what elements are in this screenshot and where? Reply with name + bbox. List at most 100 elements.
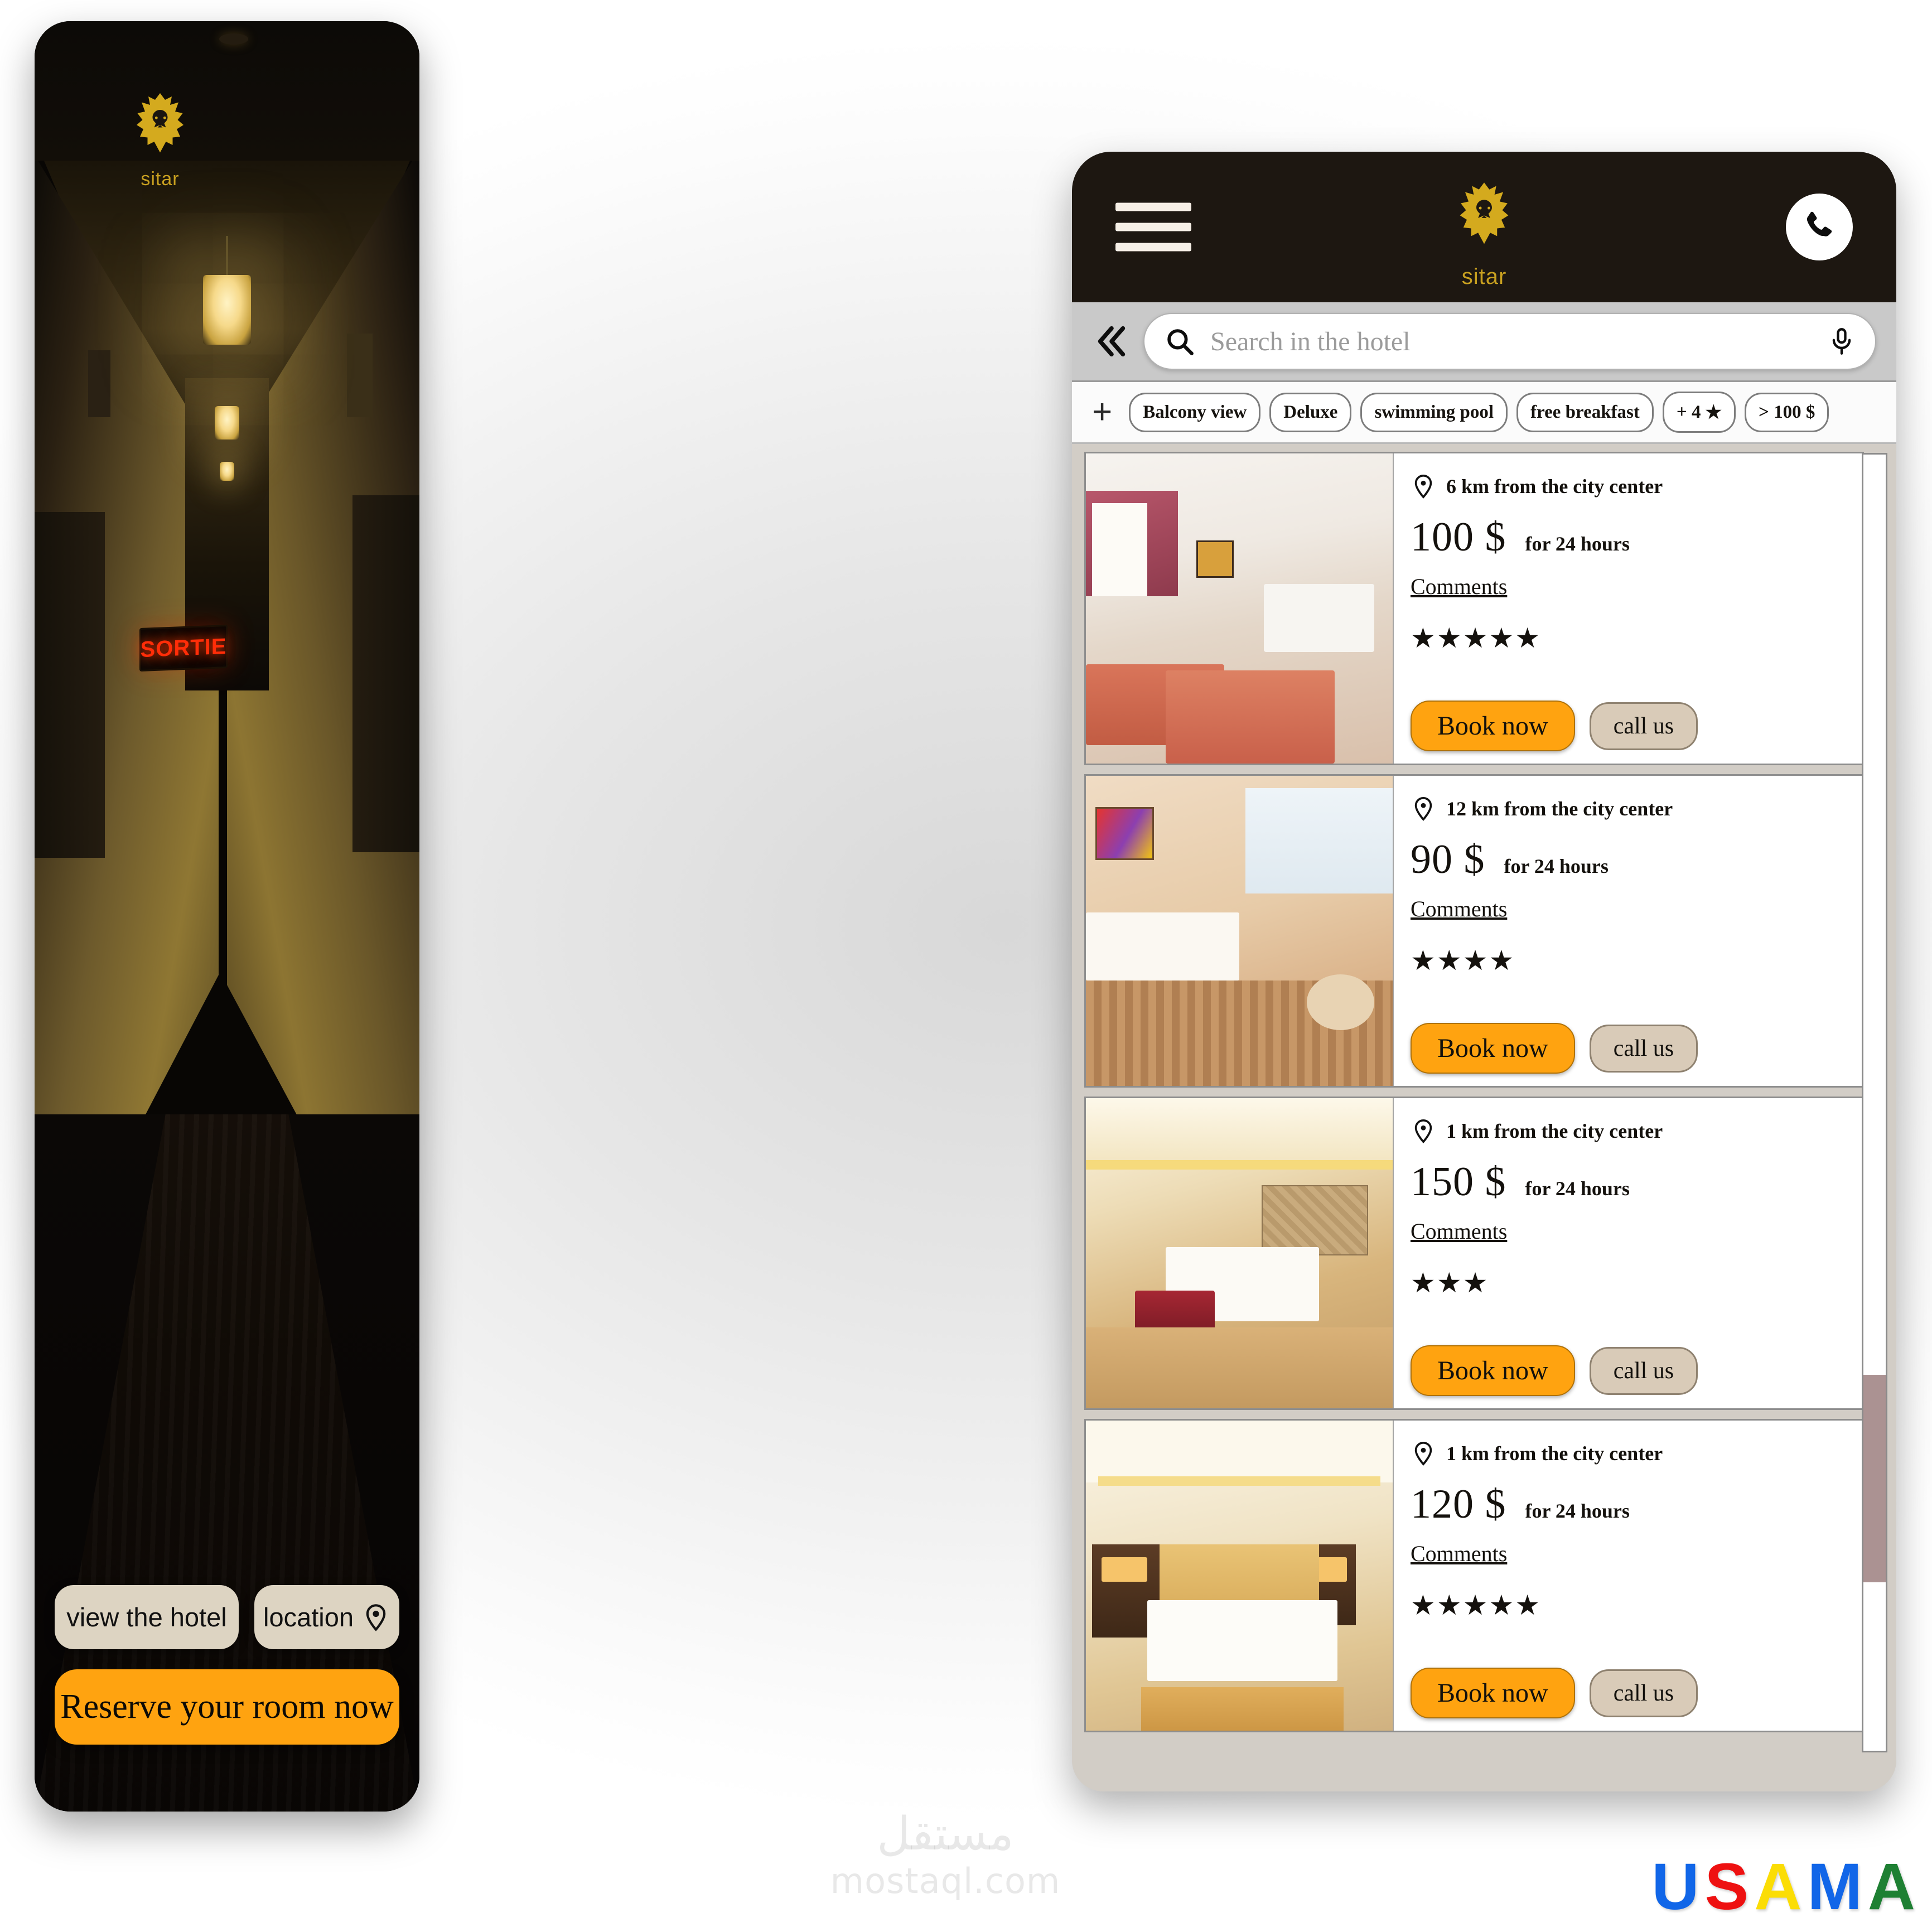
double-chevron-left-icon: [1098, 326, 1126, 357]
price-value: 120 $: [1411, 1481, 1506, 1527]
thumb-window: [1092, 503, 1147, 596]
filter-chip-swimming-pool[interactable]: swimming pool: [1360, 392, 1508, 432]
thumb-cove-light: [1086, 1160, 1393, 1170]
room-thumbnail[interactable]: [1086, 776, 1394, 1086]
call-us-button[interactable]: call us: [1589, 1346, 1698, 1395]
filter-chip-balcony-view[interactable]: Balcony view: [1129, 392, 1261, 432]
comments-link[interactable]: Comments: [1411, 1218, 1507, 1244]
star-icon: ★: [1705, 403, 1722, 423]
room-details: 6 km from the city center 100 $ for 24 h…: [1394, 453, 1862, 764]
comments-link[interactable]: Comments: [1411, 573, 1507, 600]
usama-watermark: USAMA: [1651, 1854, 1921, 1920]
hamburger-bar: [1115, 223, 1191, 231]
table-row[interactable]: 12 km from the city center 90 $ for 24 h…: [1084, 774, 1864, 1088]
hamburger-menu-icon[interactable]: [1115, 191, 1191, 263]
hamburger-bar: [1115, 202, 1191, 211]
thumb-bed: [1147, 1600, 1337, 1682]
left-action-buttons: view the hotel location Reserve your roo…: [35, 1585, 419, 1745]
book-now-button[interactable]: Book now: [1411, 1668, 1575, 1718]
star-rating: ★★★: [1411, 1267, 1489, 1298]
usama-letter: M: [1807, 1850, 1868, 1924]
microphone-icon[interactable]: [1827, 324, 1856, 359]
price-row: 150 $ for 24 hours: [1411, 1158, 1846, 1206]
chip-label: swimming pool: [1374, 402, 1494, 422]
chip-label: + 4: [1676, 402, 1701, 422]
table-row[interactable]: 1 km from the city center 150 $ for 24 h…: [1084, 1097, 1864, 1410]
call-us-button[interactable]: call us: [1589, 1024, 1698, 1073]
price-period: for 24 hours: [1525, 1500, 1630, 1522]
table-row[interactable]: 1 km from the city center 120 $ for 24 h…: [1084, 1419, 1864, 1732]
star-rating: ★★★★★: [1411, 1590, 1542, 1621]
room-details: 1 km from the city center 150 $ for 24 h…: [1394, 1098, 1862, 1408]
secondary-buttons-row: view the hotel location: [55, 1585, 399, 1649]
view-hotel-button[interactable]: view the hotel: [55, 1585, 239, 1649]
distance-label: 12 km from the city center: [1446, 798, 1673, 820]
reserve-room-button[interactable]: Reserve your room now: [55, 1669, 399, 1745]
mostaql-domain-text: mostaql.com: [830, 1861, 1061, 1901]
phone-icon: [1807, 211, 1832, 236]
search-input[interactable]: Search in the hotel: [1143, 313, 1876, 370]
corridor-door-right: [352, 495, 419, 852]
hotel-results-list: 6 km from the city center 100 $ for 24 h…: [1072, 444, 1896, 1791]
exit-sign: SORTIE: [139, 624, 228, 672]
call-button[interactable]: [1786, 194, 1853, 260]
room-thumbnail[interactable]: [1086, 1098, 1394, 1408]
card-actions: Book now call us: [1411, 701, 1846, 751]
distance-label: 1 km from the city center: [1446, 1442, 1663, 1465]
comments-link[interactable]: Comments: [1411, 896, 1507, 922]
price-value: 150 $: [1411, 1159, 1506, 1205]
brand-logo-header: sitar: [1441, 177, 1528, 289]
corridor-panel-right: [347, 334, 373, 417]
filter-chip-price[interactable]: > 100 $: [1745, 392, 1829, 432]
price-row: 90 $ for 24 hours: [1411, 836, 1846, 883]
lion-head-icon: [137, 93, 183, 153]
filter-chip-free-breakfast[interactable]: free breakfast: [1516, 392, 1654, 432]
filter-chip-deluxe[interactable]: Deluxe: [1269, 392, 1352, 432]
room-thumbnail[interactable]: [1086, 453, 1394, 764]
map-pin-icon: [1414, 797, 1432, 821]
search-icon: [1167, 329, 1194, 355]
add-filter-button[interactable]: +: [1084, 395, 1120, 429]
list-scrollbar[interactable]: [1862, 453, 1887, 1752]
lion-head-icon: [1460, 182, 1509, 244]
distance-row: 12 km from the city center: [1411, 793, 1846, 825]
map-pin-icon: [1414, 1442, 1432, 1466]
right-phone-mockup: sitar Search in the hotel + Balcony view…: [1072, 152, 1896, 1791]
thumb-ceiling: [1086, 1098, 1393, 1167]
corridor-door-left: [35, 512, 105, 858]
thumb-bench: [1135, 1290, 1215, 1331]
thumb-window: [1245, 788, 1393, 894]
distance-row: 6 km from the city center: [1411, 470, 1846, 503]
room-thumbnail[interactable]: [1086, 1421, 1394, 1731]
comments-link[interactable]: Comments: [1411, 1540, 1507, 1567]
map-pin-icon: [1414, 475, 1432, 499]
location-button[interactable]: location: [254, 1585, 399, 1649]
thumb-cove-light: [1098, 1476, 1380, 1486]
price-period: for 24 hours: [1525, 533, 1630, 555]
usama-letter: A: [1867, 1850, 1921, 1924]
usama-letter: U: [1651, 1850, 1705, 1924]
left-phone-mockup: SORTIE sitar view the hotel location Res…: [35, 21, 419, 1812]
thumb-table: [1307, 974, 1374, 1030]
call-us-button[interactable]: call us: [1589, 702, 1698, 750]
scrollbar-thumb[interactable]: [1863, 1375, 1886, 1582]
thumb-bed: [1086, 912, 1239, 981]
filter-chip-rating[interactable]: + 4 ★: [1662, 392, 1736, 433]
book-now-button[interactable]: Book now: [1411, 1345, 1575, 1396]
brand-logo-left: sitar: [107, 88, 213, 190]
filter-chips-bar: + Balcony view Deluxe swimming pool free…: [1072, 380, 1896, 444]
distance-label: 1 km from the city center: [1446, 1120, 1663, 1142]
brand-name-header: sitar: [1461, 264, 1507, 289]
thumb-artwork: [1196, 540, 1234, 578]
price-value: 100 $: [1411, 514, 1506, 560]
back-button[interactable]: [1092, 319, 1131, 364]
map-pin-icon: [1414, 1119, 1432, 1143]
price-row: 120 $ for 24 hours: [1411, 1481, 1846, 1528]
card-actions: Book now call us: [1411, 1668, 1846, 1718]
book-now-button[interactable]: Book now: [1411, 1023, 1575, 1074]
price-period: for 24 hours: [1525, 1177, 1630, 1200]
usama-letter: S: [1704, 1850, 1755, 1924]
call-us-button[interactable]: call us: [1589, 1669, 1698, 1717]
book-now-button[interactable]: Book now: [1411, 701, 1575, 751]
table-row[interactable]: 6 km from the city center 100 $ for 24 h…: [1084, 452, 1864, 765]
